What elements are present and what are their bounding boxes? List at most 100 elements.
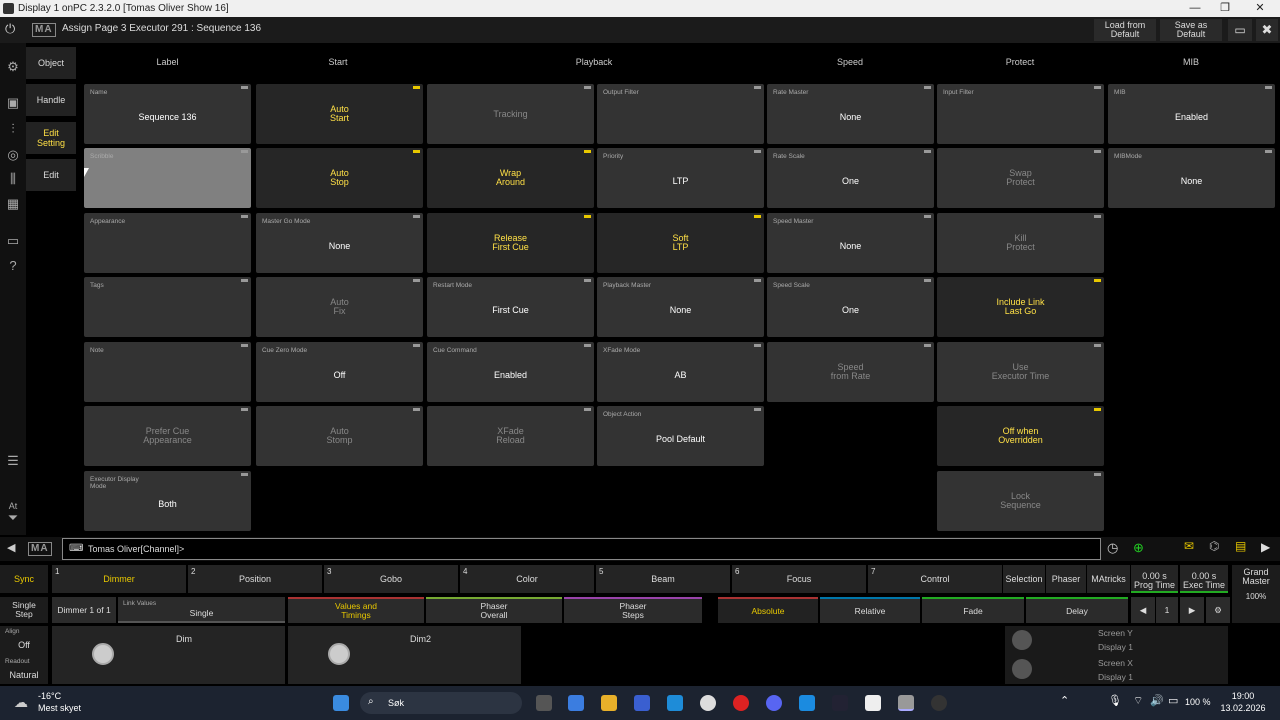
page-prev-icon[interactable]: ◀ xyxy=(1131,597,1155,623)
mic-icon[interactable]: 🎙 xyxy=(1108,694,1122,707)
keyboard-icon[interactable]: ⌨ xyxy=(69,539,83,559)
window-icon[interactable]: ▣ xyxy=(5,95,21,111)
help-icon[interactable]: ? xyxy=(5,258,21,274)
phaser-overall-button[interactable]: Phaser Overall xyxy=(426,597,562,623)
user-icon[interactable]: ◎ xyxy=(5,147,21,163)
app-icon[interactable] xyxy=(634,695,650,711)
minimize-button[interactable]: — xyxy=(1180,0,1210,17)
setting-cell-c3-2[interactable]: Soft LTP xyxy=(597,213,764,273)
phaser-steps-button[interactable]: Phaser Steps xyxy=(564,597,702,623)
ma-onpc-icon[interactable] xyxy=(898,695,914,711)
wifi-icon[interactable]: ⌔ xyxy=(1133,694,1143,708)
copilot-icon[interactable] xyxy=(568,695,584,711)
readout-value[interactable]: Natural xyxy=(0,670,48,680)
setting-cell-c1-0[interactable]: Auto Start xyxy=(256,84,423,144)
maximize-button[interactable]: ❐ xyxy=(1210,0,1240,17)
setting-cell-c0-4[interactable]: Note xyxy=(84,342,251,402)
phaser-button[interactable]: Phaser xyxy=(1046,565,1086,593)
setting-cell-c0-6[interactable]: Executor Display Mode Both xyxy=(84,471,251,531)
taskbar-search[interactable]: ⌕ Søk xyxy=(360,692,522,714)
volume-icon[interactable]: 🔊 xyxy=(1150,694,1164,707)
absolute-button[interactable]: Absolute xyxy=(718,597,818,623)
sliders-icon[interactable]: ⫼ xyxy=(5,171,21,187)
setting-cell-c1-1[interactable]: Auto Stop xyxy=(256,148,423,208)
setting-cell-c6-0[interactable]: MIB Enabled xyxy=(1108,84,1275,144)
link-values-button[interactable]: Link Values Single xyxy=(118,597,285,623)
load-from-default-button[interactable]: Load from Default xyxy=(1094,19,1156,41)
sync-button[interactable]: Sync xyxy=(0,565,48,593)
discord-icon[interactable] xyxy=(766,695,782,711)
encoder-x-knob-icon[interactable] xyxy=(1012,659,1032,679)
steam-icon[interactable] xyxy=(832,695,848,711)
close-icon[interactable]: ✖ xyxy=(1256,19,1278,41)
taskview-icon[interactable] xyxy=(536,695,552,711)
delay-button[interactable]: Delay xyxy=(1026,597,1128,623)
encoder-y-knob-icon[interactable] xyxy=(1012,630,1032,650)
setting-cell-c2-2[interactable]: Release First Cue xyxy=(427,213,594,273)
list-icon[interactable]: ☰ xyxy=(5,453,21,469)
setting-cell-c5-3[interactable]: Include Link Last Go xyxy=(937,277,1104,337)
setting-cell-c2-0[interactable]: Tracking xyxy=(427,84,594,144)
setting-cell-c5-5[interactable]: Off when Overridden xyxy=(937,406,1104,466)
tree-icon[interactable]: ⌬ xyxy=(1209,539,1219,553)
preset-type-3[interactable]: 4 Color xyxy=(460,565,594,593)
setting-cell-c0-3[interactable]: Tags xyxy=(84,277,251,337)
setting-cell-c2-4[interactable]: Cue Command Enabled xyxy=(427,342,594,402)
preset-type-4[interactable]: 5 Beam xyxy=(596,565,730,593)
files-icon[interactable] xyxy=(865,695,881,711)
setting-cell-c2-1[interactable]: Wrap Around xyxy=(427,148,594,208)
relative-button[interactable]: Relative xyxy=(820,597,920,623)
command-line-input[interactable]: ⌨ Tomas Oliver[Channel]> xyxy=(62,538,1101,560)
setting-cell-c0-0[interactable]: Name Sequence 136 xyxy=(84,84,251,144)
setting-cell-c3-5[interactable]: Object Action Pool Default xyxy=(597,406,764,466)
power-icon[interactable]: ⏻ xyxy=(5,21,15,37)
setting-cell-c5-1[interactable]: Swap Protect xyxy=(937,148,1104,208)
ma-app-icon[interactable] xyxy=(700,695,716,711)
battery-icon[interactable]: ▭ xyxy=(1168,694,1178,707)
setting-cell-c5-2[interactable]: Kill Protect xyxy=(937,213,1104,273)
setting-cell-c1-5[interactable]: Auto Stomp xyxy=(256,406,423,466)
obs-icon[interactable] xyxy=(931,695,947,711)
setting-cell-c1-2[interactable]: Master Go Mode None xyxy=(256,213,423,273)
setting-cell-c4-1[interactable]: Rate Scale One xyxy=(767,148,934,208)
setting-cell-c5-6[interactable]: Lock Sequence xyxy=(937,471,1104,531)
save-as-default-button[interactable]: Save as Default xyxy=(1160,19,1222,41)
start-icon[interactable] xyxy=(333,695,349,711)
matricks-button[interactable]: MAtricks xyxy=(1087,565,1130,593)
edge-icon[interactable] xyxy=(667,695,683,711)
setting-cell-c5-4[interactable]: Use Executor Time xyxy=(937,342,1104,402)
setting-cell-c3-1[interactable]: Priority LTP xyxy=(597,148,764,208)
align-value[interactable]: Off xyxy=(0,640,48,650)
setting-cell-c3-3[interactable]: Playback Master None xyxy=(597,277,764,337)
weather-icon[interactable]: ☁ xyxy=(14,694,28,711)
filter-icon[interactable]: ⏷ xyxy=(5,510,21,526)
setting-cell-c1-3[interactable]: Auto Fix xyxy=(256,277,423,337)
values-timings-button[interactable]: Values and Timings xyxy=(288,597,424,623)
setting-cell-c3-4[interactable]: XFade Mode AB xyxy=(597,342,764,402)
teams-icon[interactable] xyxy=(799,695,815,711)
chevron-up-icon[interactable]: ⌃ xyxy=(1060,694,1069,707)
explorer-icon[interactable] xyxy=(601,695,617,711)
setting-cell-c4-0[interactable]: Rate Master None xyxy=(767,84,934,144)
setting-cell-c4-4[interactable]: Speed from Rate xyxy=(767,342,934,402)
mail-icon[interactable]: ✉ xyxy=(1184,539,1194,553)
close-window-button[interactable]: ✕ xyxy=(1245,0,1275,17)
arrow-left-icon[interactable]: ◀ xyxy=(7,541,15,554)
setting-cell-c4-3[interactable]: Speed Scale One xyxy=(767,277,934,337)
preset-type-1[interactable]: 2 Position xyxy=(188,565,322,593)
tab-edit[interactable]: Edit xyxy=(26,159,76,191)
setting-cell-c4-2[interactable]: Speed Master None xyxy=(767,213,934,273)
single-step-button[interactable]: Single Step xyxy=(0,597,48,623)
exec-time-button[interactable]: 0.00 s Exec Time xyxy=(1180,565,1228,593)
setting-cell-c5-0[interactable]: Input Filter xyxy=(937,84,1104,144)
opera-icon[interactable] xyxy=(733,695,749,711)
setting-cell-c3-0[interactable]: Output Filter xyxy=(597,84,764,144)
encoder-dim2[interactable]: Dim2 xyxy=(288,626,521,684)
page-next-icon[interactable]: ▶ xyxy=(1180,597,1204,623)
setting-cell-c0-2[interactable]: Appearance xyxy=(84,213,251,273)
fade-button[interactable]: Fade xyxy=(922,597,1024,623)
preset-type-0[interactable]: 1 Dimmer xyxy=(52,565,186,593)
encoder-dim[interactable]: Dim xyxy=(52,626,285,684)
preset-type-2[interactable]: 3 Gobo xyxy=(324,565,458,593)
faders-icon[interactable]: ⫶ xyxy=(5,121,21,137)
